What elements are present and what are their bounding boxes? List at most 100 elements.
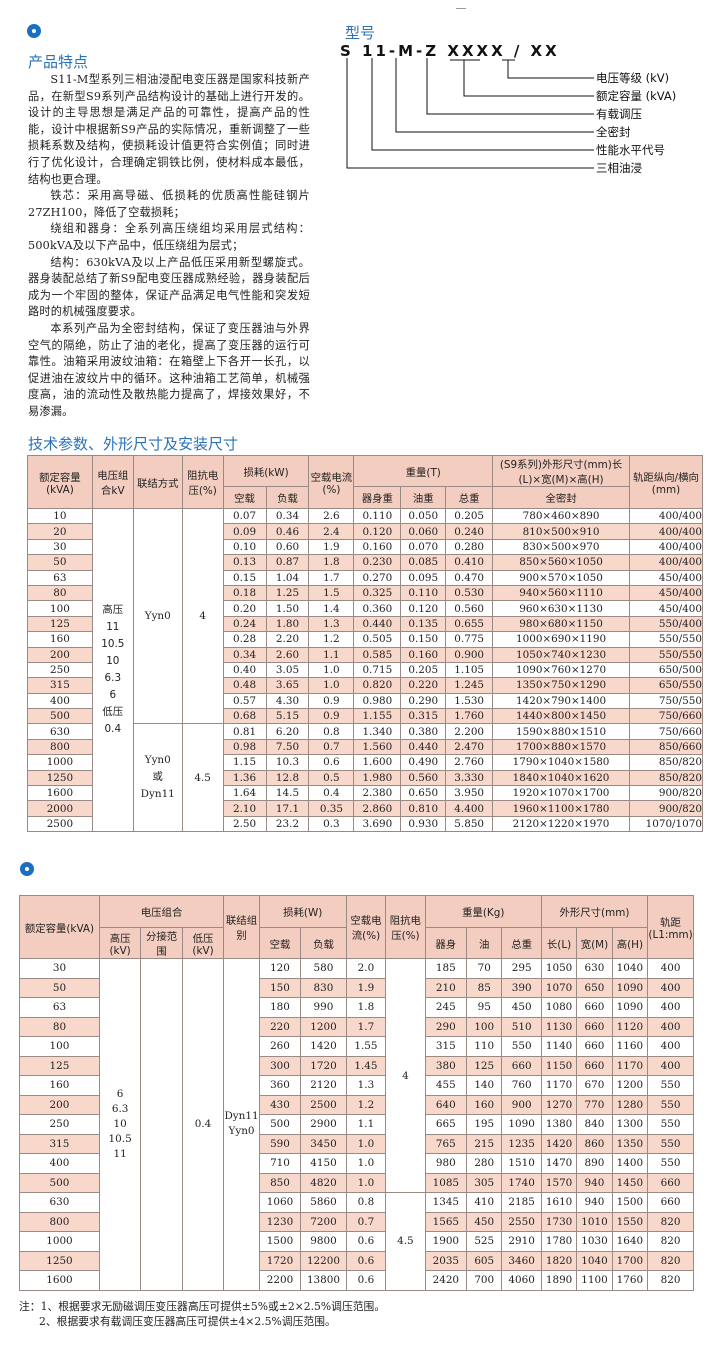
cell-noload-current: 1.9 [308, 538, 355, 556]
cell-w-body: 0.270 [353, 569, 402, 586]
th2-gauge: 轨距(L1:mm) [647, 895, 694, 959]
cell-loss-load: 7200 [300, 1211, 347, 1232]
cell-gauge: 850/820 [628, 754, 704, 771]
th-noload-current: 空载电流(%) [308, 455, 355, 509]
cell-gauge: 820 [647, 1231, 694, 1252]
cell-gauge: 550 [647, 1133, 694, 1154]
features-paragraph: S11-M型系列三相油浸配电变压器是国家科技新产品，在新型S9系列产品结构设计的… [28, 73, 310, 186]
cell-w-oil: 0.650 [400, 785, 447, 802]
cell-d-h: 1280 [611, 1094, 649, 1115]
features-title: 产品特点 [28, 53, 89, 71]
cell-d-w: 650 [576, 977, 613, 998]
cell-w-body: 980 [424, 1153, 468, 1174]
cell-gauge: 400/400 [628, 554, 704, 571]
cell-noload-current: 0.7 [345, 1211, 387, 1232]
cell-w-body: 765 [424, 1133, 468, 1154]
cell-gauge: 900/820 [628, 785, 704, 802]
cell-w-body: 1.600 [353, 754, 402, 771]
cell-noload-current: 1.8 [308, 554, 355, 571]
cell-dims: 1790×1040×1580 [492, 754, 630, 771]
cell-w-oil: 110 [466, 1036, 503, 1057]
cell-gauge: 550 [647, 1114, 694, 1135]
cell-w-total: 0.280 [445, 538, 494, 556]
cell-gauge: 400 [647, 997, 694, 1018]
cell-w-oil: 0.810 [400, 800, 447, 817]
cell-loss-noload: 1.64 [222, 785, 267, 802]
cell-gauge: 450/400 [628, 584, 704, 602]
cell-noload-current: 0.8 [345, 1192, 387, 1213]
cell-capacity: 80 [19, 1016, 100, 1037]
cell-gauge: 850/660 [628, 738, 704, 756]
cell-capacity: 500 [19, 1172, 100, 1193]
cell-loss-load: 1.04 [265, 569, 310, 586]
cell-gauge: 750/660 [628, 723, 704, 740]
cell-w-body: 1085 [424, 1172, 468, 1193]
cell-capacity: 100 [19, 1036, 100, 1057]
cell-capacity: 125 [19, 1055, 100, 1076]
cell-impedance: 4 [385, 958, 426, 1193]
section-bullet-icon [27, 24, 41, 38]
cell-d-l: 1610 [540, 1192, 578, 1213]
cell-w-total: 2185 [501, 1192, 542, 1213]
cell-d-w: 1100 [576, 1270, 613, 1291]
cell-dims: 1050×740×1230 [492, 646, 630, 663]
cell-loss-load: 4820 [300, 1172, 347, 1193]
th-weight: 重量(T) [353, 455, 494, 487]
cell-w-body: 0.230 [353, 554, 402, 571]
cell-gauge: 820 [647, 1250, 694, 1271]
cell-loss-noload: 0.48 [222, 677, 267, 694]
model-label-voltage: 电压等级 (kV) [596, 71, 670, 85]
cell-w-oil: 0.930 [400, 815, 447, 833]
cell-w-body: 0.325 [353, 584, 402, 602]
cell-w-oil: 0.490 [400, 754, 447, 771]
cell-d-l: 1140 [540, 1036, 578, 1057]
cell-gauge: 450/400 [628, 600, 704, 617]
cell-w-total: 0.205 [445, 507, 494, 525]
cell-d-w: 630 [576, 958, 613, 979]
cell-d-w: 840 [576, 1114, 613, 1135]
cell-w-total: 2.470 [445, 738, 494, 756]
cell-d-h: 1170 [611, 1055, 649, 1076]
cell-w-body: 640 [424, 1094, 468, 1115]
cell-w-body: 0.505 [353, 631, 402, 648]
cell-loss-load: 1.80 [265, 615, 310, 633]
cell-loss-noload: 0.40 [222, 661, 267, 679]
cell-gauge: 550 [647, 1075, 694, 1096]
th-gauge: 轨距纵向/横向(mm) [628, 455, 704, 509]
cell-loss-noload: 0.57 [222, 692, 267, 710]
features-paragraph: 结构：630kVA及以上产品低压采用新型螺旋式。器身装配总结了新S9配电变压器成… [28, 255, 310, 319]
cell-loss-load: 5860 [300, 1192, 347, 1213]
cell-loss-noload: 0.07 [222, 507, 267, 525]
cell-d-h: 1090 [611, 977, 649, 998]
cell-capacity: 630 [27, 723, 93, 740]
cell-capacity: 400 [19, 1153, 100, 1174]
cell-d-h: 1640 [611, 1231, 649, 1252]
th-loss-noload: 空载 [222, 486, 267, 509]
cell-capacity: 10 [27, 507, 93, 525]
cell-w-body: 0.160 [353, 538, 402, 556]
cell-w-body: 455 [424, 1075, 468, 1096]
features-paragraph: 本系列产品为全密封结构，保证了变压器油与外界空气的隔绝，防止了油的老化，提高了变… [28, 321, 310, 418]
cell-loss-noload: 2.10 [222, 800, 267, 817]
th-voltage: 电压组合kV [91, 455, 134, 509]
cell-gauge: 450/400 [628, 569, 704, 586]
th2-lv: 低压(kV) [181, 927, 225, 959]
cell-noload-current: 2.6 [308, 507, 355, 525]
cell-w-oil: 410 [466, 1192, 503, 1213]
cell-w-total: 1090 [501, 1114, 542, 1135]
cell-w-total: 900 [501, 1094, 542, 1115]
cell-w-body: 0.585 [353, 646, 402, 663]
cell-w-total: 3.330 [445, 769, 494, 787]
cell-w-body: 245 [424, 997, 468, 1018]
cell-w-oil: 305 [466, 1172, 503, 1193]
cell-dims: 1920×1070×1700 [492, 785, 630, 802]
cell-loss-load: 14.5 [265, 785, 310, 802]
cell-loss-load: 2.20 [265, 631, 310, 648]
features-paragraph: 绕组和器身：全系列高压绕组均采用层式结构：500kVA及以下产品中，低压绕组为层… [28, 222, 310, 252]
cell-loss-noload: 360 [258, 1075, 302, 1096]
cell-w-body: 0.980 [353, 692, 402, 710]
cell-loss-noload: 220 [258, 1016, 302, 1037]
model-label-performance: 性能水平代号 [596, 143, 665, 157]
cell-d-w: 940 [576, 1172, 613, 1193]
th-dims-sub: 全密封 [492, 486, 630, 509]
